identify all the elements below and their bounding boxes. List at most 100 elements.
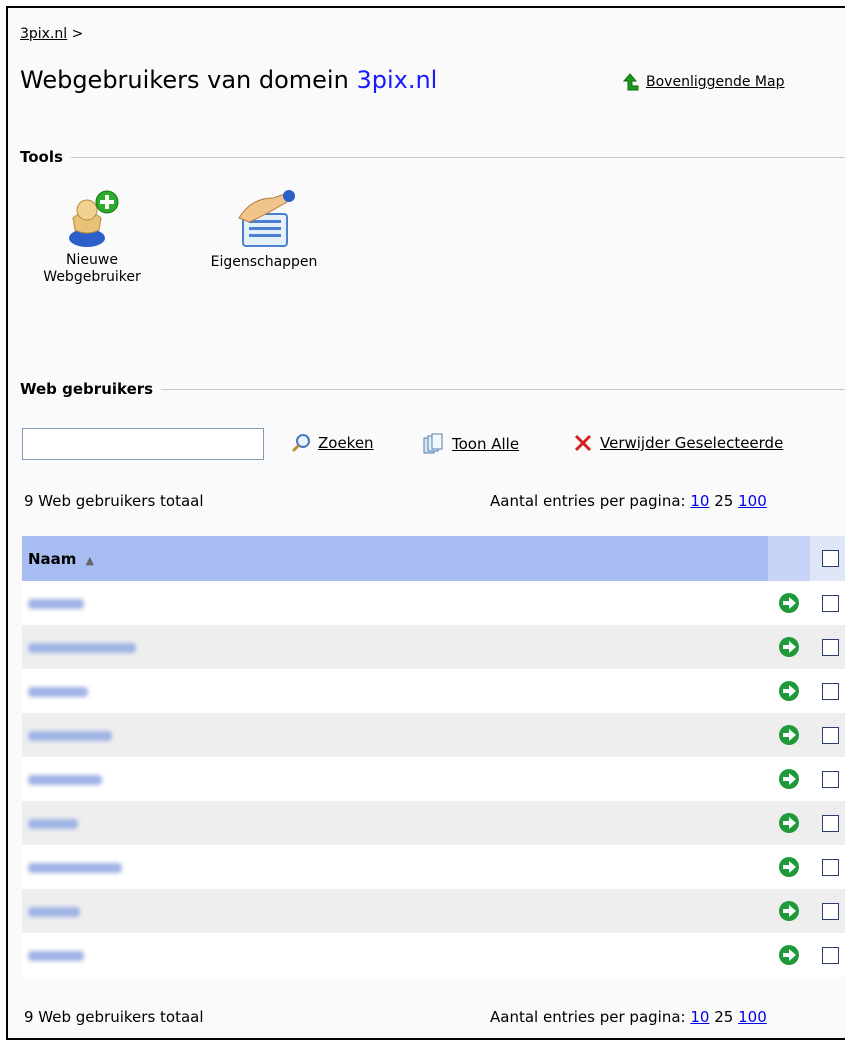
blurred-username[interactable] bbox=[28, 642, 136, 653]
per-page-option-10[interactable]: 10 bbox=[690, 492, 709, 510]
divider bbox=[70, 156, 845, 158]
per-page-option-25: 25 bbox=[714, 492, 734, 510]
go-arrow-icon[interactable] bbox=[777, 899, 801, 923]
table-row[interactable] bbox=[22, 889, 845, 933]
new-webuser-tool[interactable]: Nieuwe Webgebruiker bbox=[32, 188, 152, 286]
per-page-option-100[interactable]: 100 bbox=[738, 1008, 767, 1026]
go-arrow-icon[interactable] bbox=[777, 723, 801, 747]
row-action-cell bbox=[768, 889, 810, 933]
go-arrow-icon[interactable] bbox=[777, 767, 801, 791]
per-page-bottom: Aantal entries per pagina: 10 25 100 bbox=[490, 1008, 767, 1026]
search-input[interactable] bbox=[22, 428, 264, 460]
column-header-select bbox=[810, 536, 845, 581]
add-user-icon bbox=[69, 190, 119, 247]
row-name-cell bbox=[22, 581, 768, 625]
column-name-label: Naam bbox=[28, 549, 77, 568]
blurred-username[interactable] bbox=[28, 950, 84, 961]
show-all-button[interactable]: Toon Alle bbox=[422, 432, 519, 456]
row-name-cell bbox=[22, 669, 768, 713]
table-row[interactable] bbox=[22, 801, 845, 845]
blurred-username[interactable] bbox=[28, 686, 88, 697]
row-name-cell bbox=[22, 845, 768, 889]
table-row[interactable] bbox=[22, 757, 845, 801]
row-action-cell bbox=[768, 933, 810, 977]
tools-section-heading: Tools bbox=[20, 148, 845, 166]
go-arrow-icon[interactable] bbox=[777, 943, 801, 967]
sort-ascending-icon: ▲ bbox=[85, 553, 95, 567]
row-select-cell bbox=[810, 669, 845, 713]
row-checkbox[interactable] bbox=[821, 946, 839, 964]
total-count-top: 9 Web gebruikers totaal bbox=[24, 492, 204, 510]
row-name-cell bbox=[22, 889, 768, 933]
row-checkbox[interactable] bbox=[821, 726, 839, 744]
go-arrow-icon[interactable] bbox=[777, 855, 801, 879]
go-arrow-icon[interactable] bbox=[777, 635, 801, 659]
breadcrumb-separator: > bbox=[71, 26, 84, 42]
blurred-username[interactable] bbox=[28, 774, 102, 785]
blurred-username[interactable] bbox=[28, 730, 112, 741]
row-action-cell bbox=[768, 669, 810, 713]
row-select-cell bbox=[810, 625, 845, 669]
table-row[interactable] bbox=[22, 845, 845, 889]
per-page-option-25: 25 bbox=[714, 1008, 734, 1026]
delete-selected-button[interactable]: Verwijder Geselecteerde bbox=[572, 432, 783, 454]
total-count-bottom: 9 Web gebruikers totaal bbox=[24, 1008, 204, 1026]
row-name-cell bbox=[22, 757, 768, 801]
blurred-username[interactable] bbox=[28, 818, 78, 829]
select-all-checkbox[interactable] bbox=[821, 550, 839, 567]
row-name-cell bbox=[22, 713, 768, 757]
row-select-cell bbox=[810, 757, 845, 801]
table-row[interactable] bbox=[22, 581, 845, 625]
blurred-username[interactable] bbox=[28, 862, 122, 873]
row-select-cell bbox=[810, 581, 845, 625]
table-row[interactable] bbox=[22, 625, 845, 669]
webusers-section-heading: Web gebruikers bbox=[20, 380, 845, 398]
row-checkbox[interactable] bbox=[821, 638, 839, 656]
row-checkbox[interactable] bbox=[821, 770, 839, 788]
row-action-cell bbox=[768, 801, 810, 845]
properties-label: Eigenschappen bbox=[210, 254, 318, 270]
show-all-label: Toon Alle bbox=[452, 435, 520, 453]
row-checkbox[interactable] bbox=[821, 858, 839, 876]
row-checkbox[interactable] bbox=[821, 902, 839, 920]
per-page-top: Aantal entries per pagina: 10 25 100 bbox=[490, 492, 767, 510]
row-checkbox[interactable] bbox=[821, 682, 839, 700]
search-button[interactable]: Zoeken bbox=[290, 432, 374, 454]
row-checkbox[interactable] bbox=[821, 594, 839, 612]
properties-tool[interactable]: Eigenschappen bbox=[194, 188, 334, 271]
table-row[interactable] bbox=[22, 669, 845, 713]
row-select-cell bbox=[810, 801, 845, 845]
magnifier-icon bbox=[291, 434, 310, 453]
go-arrow-icon[interactable] bbox=[777, 591, 801, 615]
per-page-label: Aantal entries per pagina: bbox=[490, 1008, 686, 1026]
row-action-cell bbox=[768, 713, 810, 757]
go-arrow-icon[interactable] bbox=[777, 811, 801, 835]
table-row[interactable] bbox=[22, 933, 845, 977]
webusers-heading: Web gebruikers bbox=[20, 380, 154, 398]
new-webuser-label-line1: Nieuwe bbox=[66, 252, 118, 268]
breadcrumb: 3pix.nl > bbox=[20, 26, 83, 42]
row-name-cell bbox=[22, 801, 768, 845]
breadcrumb-link-domain[interactable]: 3pix.nl bbox=[20, 26, 67, 42]
go-arrow-icon[interactable] bbox=[777, 679, 801, 703]
up-folder-link[interactable]: Bovenliggende Map bbox=[620, 72, 784, 92]
webusers-table: Naam ▲ bbox=[22, 536, 845, 977]
divider bbox=[161, 388, 845, 390]
table-header-row: Naam ▲ bbox=[22, 536, 845, 581]
table-row[interactable] bbox=[22, 713, 845, 757]
page-title-prefix: Webgebruikers van domein bbox=[20, 66, 349, 94]
row-checkbox[interactable] bbox=[821, 814, 839, 832]
per-page-option-100[interactable]: 100 bbox=[738, 492, 767, 510]
row-action-cell bbox=[768, 581, 810, 625]
main-panel: 3pix.nl > Webgebruikers van domein 3pix.… bbox=[6, 6, 845, 1040]
up-arrow-icon bbox=[622, 73, 639, 91]
per-page-label: Aantal entries per pagina: bbox=[490, 492, 686, 510]
row-select-cell bbox=[810, 845, 845, 889]
blurred-username[interactable] bbox=[28, 598, 84, 609]
up-folder-label[interactable]: Bovenliggende Map bbox=[646, 74, 784, 90]
row-action-cell bbox=[768, 757, 810, 801]
blurred-username[interactable] bbox=[28, 906, 80, 917]
row-select-cell bbox=[810, 889, 845, 933]
column-header-name[interactable]: Naam ▲ bbox=[22, 536, 768, 581]
per-page-option-10[interactable]: 10 bbox=[690, 1008, 709, 1026]
